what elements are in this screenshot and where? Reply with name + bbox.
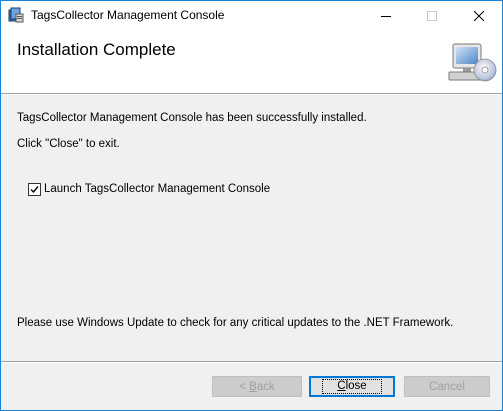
header-banner: Installation Complete [1,30,502,93]
title-bar[interactable]: TagsCollector Management Console [1,1,502,30]
back-button-prefix: < [239,380,250,393]
success-message: TagsCollector Management Console has bee… [17,112,367,124]
close-button-mnemonic: C [337,380,346,392]
close-button-focus: Close [322,379,382,394]
close-button-label: lose [345,380,367,392]
launch-checkbox[interactable] [28,183,41,196]
page-title: Installation Complete [17,40,176,59]
footer-divider [1,361,502,363]
back-button-mnemonic: B [249,380,257,393]
update-note: Please use Windows Update to check for a… [17,317,454,329]
minimize-icon [381,15,391,17]
maximize-icon [427,10,437,21]
cancel-button-label: Cancel [429,380,465,393]
maximize-button [409,1,455,30]
checkmark-icon [30,186,39,194]
back-button-label: ack [256,380,275,393]
exit-instruction: Click "Close" to exit. [17,138,120,150]
installer-window: TagsCollector Management Console Install… [0,0,503,411]
minimize-button[interactable] [363,1,409,30]
installer-app-icon [8,7,24,23]
cancel-button: Cancel [404,376,490,397]
close-window-button[interactable] [456,1,502,30]
header-divider [1,93,502,95]
window-title: TagsCollector Management Console [31,8,225,22]
close-button[interactable]: Close [309,376,395,397]
back-button: < Back [212,376,302,397]
launch-checkbox-label[interactable]: Launch TagsCollector Management Console [44,183,270,195]
close-icon [474,10,484,21]
computer-cd-icon [448,43,497,82]
